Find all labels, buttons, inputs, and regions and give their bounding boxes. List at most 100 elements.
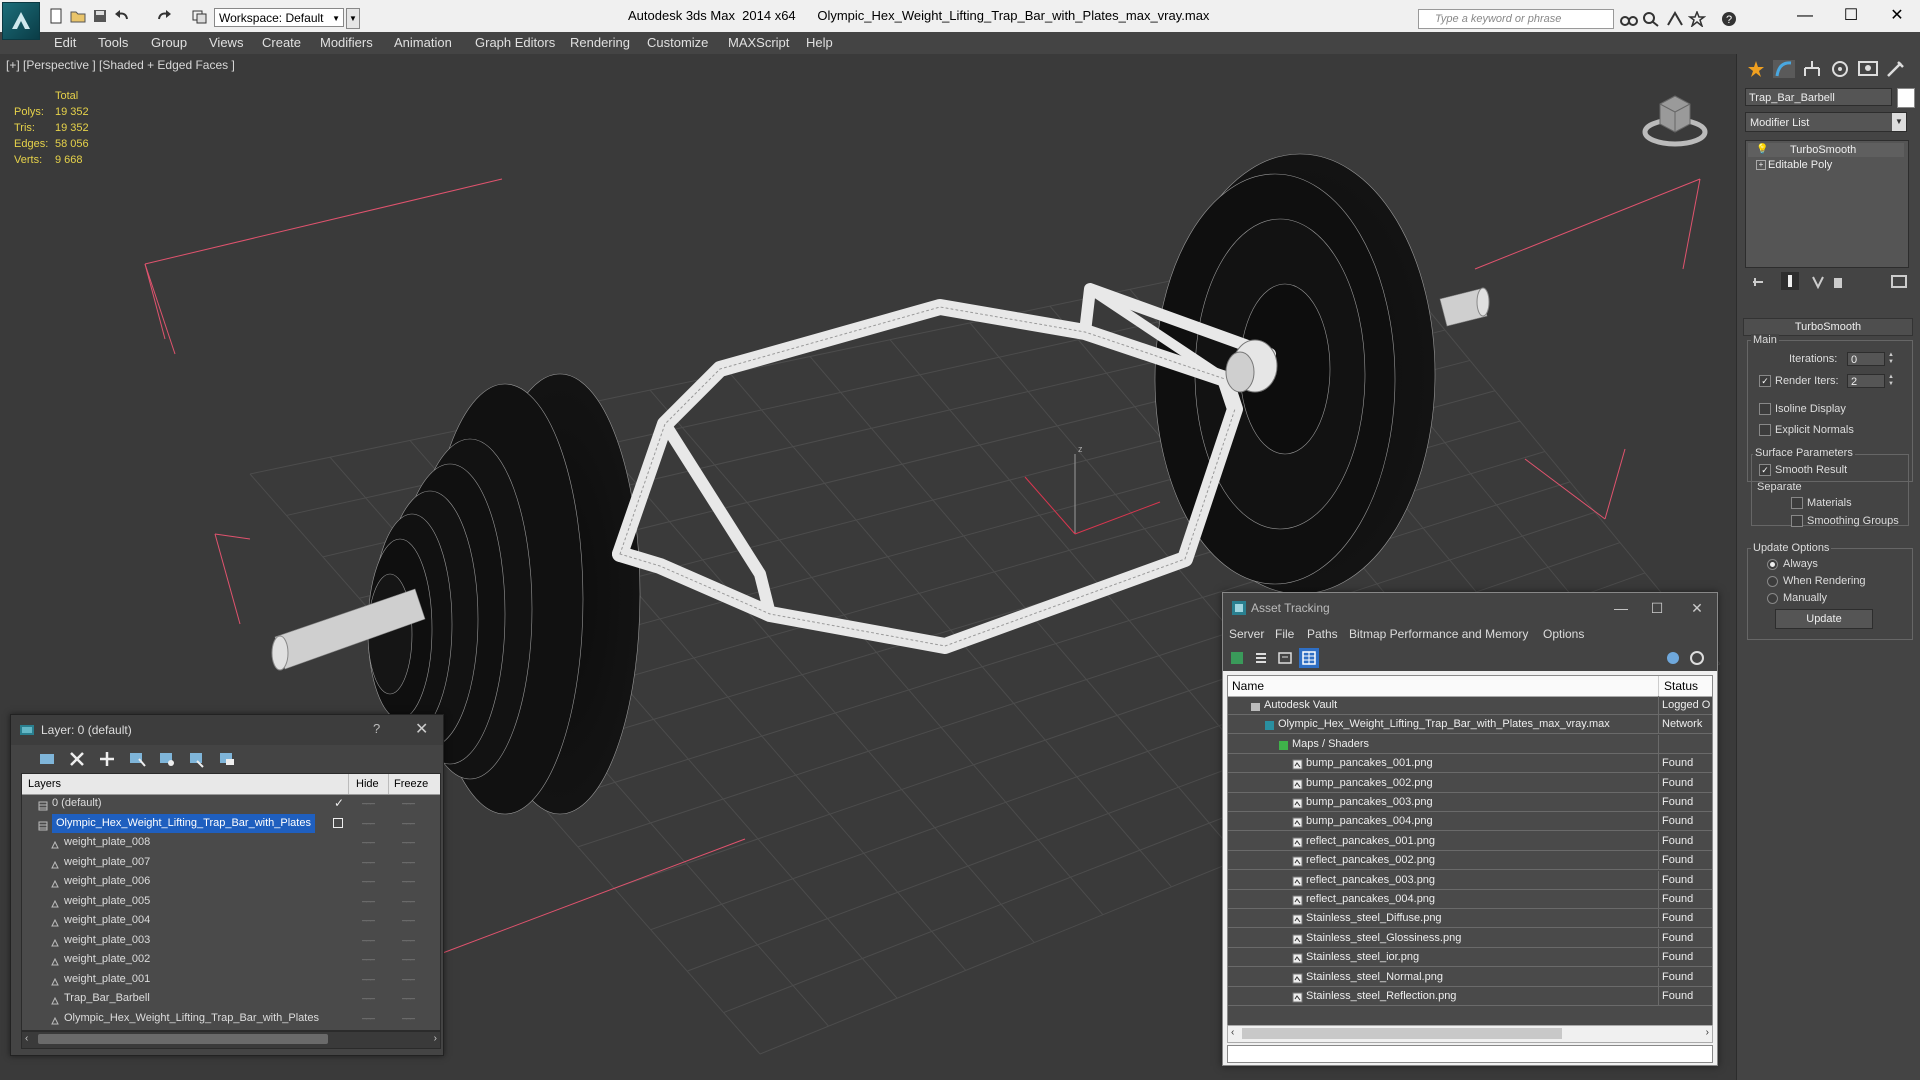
name-column-header[interactable]: Name (1232, 679, 1264, 693)
layer-row[interactable]: weight_plate_003 ––– ––– (22, 931, 440, 950)
settings-icon[interactable] (1687, 648, 1707, 668)
hide-toggle[interactable]: ––– (362, 872, 375, 891)
menu-create[interactable]: Create (262, 35, 301, 50)
workspace-selector[interactable]: Workspace: Default ▼ (214, 8, 344, 27)
minimize-button[interactable]: — (1603, 595, 1639, 621)
layer-row[interactable]: 0 (default) ✓ ––– ––– (22, 794, 440, 813)
render-iters-checkbox[interactable]: ✓ (1759, 375, 1771, 387)
layer-row[interactable]: weight_plate_005 ––– ––– (22, 892, 440, 911)
search-input[interactable]: Type a keyword or phrase (1418, 9, 1614, 29)
freeze-toggle[interactable]: ––– (402, 872, 415, 891)
viewport-label[interactable]: [+] [Perspective ] [Shaded + Edged Faces… (6, 58, 235, 72)
asset-row[interactable]: Stainless_steel_ior.png Found (1228, 948, 1712, 968)
asset-row[interactable]: reflect_pancakes_003.png Found (1228, 870, 1712, 890)
select-objects-icon[interactable] (127, 749, 147, 769)
spinner-arrows-icon[interactable]: ▲ ▼ (1887, 374, 1895, 388)
render-iters-spinner[interactable]: 2 (1847, 374, 1885, 388)
layer-row[interactable]: weight_plate_008 ––– ––– (22, 833, 440, 852)
motion-tab-icon[interactable] (1827, 58, 1853, 80)
smooth-result-checkbox[interactable]: ✓ (1759, 464, 1771, 476)
lightbulb-icon[interactable]: 💡 (1756, 143, 1768, 157)
object-name-field[interactable]: Trap_Bar_Barbell (1745, 88, 1892, 106)
materials-checkbox[interactable] (1791, 497, 1803, 509)
freeze-column-header[interactable]: Freeze (394, 778, 428, 790)
layer-row[interactable]: weight_plate_004 ––– ––– (22, 911, 440, 930)
viewcube-icon[interactable] (1640, 84, 1710, 154)
freeze-toggle[interactable]: ––– (402, 931, 415, 950)
isoline-display-checkbox[interactable] (1759, 403, 1771, 415)
menu-views[interactable]: Views (209, 35, 243, 50)
window-minimize-button[interactable]: — (1782, 0, 1828, 32)
layer-row[interactable]: weight_plate_007 ––– ––– (22, 853, 440, 872)
hide-column-header[interactable]: Hide (356, 778, 379, 790)
scroll-right-icon[interactable]: › (1706, 1027, 1709, 1038)
save-file-icon[interactable] (92, 8, 110, 24)
close-button[interactable]: ✕ (1679, 595, 1715, 621)
asset-tracking-titlebar[interactable]: Asset Tracking — ☐ ✕ (1223, 593, 1717, 623)
asset-row[interactable]: Stainless_steel_Reflection.png Found (1228, 987, 1712, 1006)
current-layer-check-icon[interactable]: ✓ (334, 794, 344, 813)
show-end-result-icon[interactable] (1781, 272, 1799, 290)
when-rendering-radio[interactable] (1767, 576, 1778, 587)
asset-row[interactable]: bump_pancakes_003.png Found (1228, 793, 1712, 812)
explicit-normals-checkbox[interactable] (1759, 424, 1771, 436)
iterations-spinner[interactable]: 0 (1847, 352, 1885, 366)
hide-unhide-layers-icon[interactable] (217, 749, 237, 769)
freeze-toggle[interactable]: ––– (402, 853, 415, 872)
freeze-toggle[interactable]: ––– (402, 970, 415, 989)
utilities-tab-icon[interactable] (1883, 58, 1909, 80)
hide-toggle[interactable]: ––– (362, 970, 375, 989)
remove-modifier-icon[interactable] (1831, 275, 1845, 292)
hide-toggle[interactable]: ––– (362, 950, 375, 969)
hierarchy-tab-icon[interactable] (1799, 58, 1825, 80)
create-layer-icon[interactable] (37, 749, 57, 769)
add-to-layer-icon[interactable] (97, 749, 117, 769)
freeze-toggle[interactable]: ––– (402, 989, 415, 1008)
menu-help[interactable]: Help (806, 35, 833, 50)
create-tab-icon[interactable] (1743, 58, 1769, 80)
freeze-toggle[interactable]: ––– (402, 794, 415, 813)
asset-row[interactable]: reflect_pancakes_002.png Found (1228, 851, 1712, 871)
manually-radio[interactable] (1767, 593, 1778, 604)
window-maximize-button[interactable]: ☐ (1828, 0, 1874, 32)
scroll-left-icon[interactable]: ‹ (1231, 1027, 1234, 1038)
workspace-dropdown-button[interactable]: ▼ (346, 8, 360, 29)
asset-horizontal-scrollbar[interactable]: ‹ › (1227, 1025, 1713, 1043)
asset-row[interactable]: Stainless_steel_Normal.png Found (1228, 967, 1712, 987)
menu-tools[interactable]: Tools (98, 35, 128, 50)
freeze-toggle[interactable]: ––– (402, 911, 415, 930)
asset-row[interactable]: reflect_pancakes_004.png Found (1228, 890, 1712, 909)
display-tab-icon[interactable] (1855, 58, 1881, 80)
layer-row[interactable]: Olympic_Hex_Weight_Lifting_Trap_Bar_with… (22, 813, 440, 833)
modify-tab-icon[interactable] (1771, 58, 1797, 80)
asset-menu-bitmap-performance[interactable]: Bitmap Performance and Memory (1349, 627, 1528, 641)
asset-menu-options[interactable]: Options (1543, 627, 1584, 641)
project-folder-icon[interactable] (192, 8, 210, 24)
window-close-button[interactable]: ✕ (1874, 0, 1920, 32)
hide-toggle[interactable]: ––– (362, 892, 375, 911)
open-file-icon[interactable] (70, 8, 88, 24)
delete-layer-icon[interactable] (67, 749, 87, 769)
menu-rendering[interactable]: Rendering (570, 35, 630, 50)
make-unique-icon[interactable] (1811, 275, 1825, 292)
layer-horizontal-scrollbar[interactable]: ‹ › (21, 1031, 441, 1049)
asset-row[interactable]: Autodesk Vault Logged Out (1228, 696, 1712, 715)
layer-dialog-titlebar[interactable]: Layer: 0 (default) ? ✕ (11, 715, 443, 745)
hide-toggle[interactable]: ––– (362, 931, 375, 950)
binoculars-icon[interactable] (1620, 11, 1638, 27)
update-button[interactable]: Update (1775, 609, 1873, 629)
hide-toggle[interactable]: ––– (362, 989, 375, 1008)
asset-row[interactable]: Stainless_steel_Diffuse.png Found (1228, 909, 1712, 929)
modifier-list-dropdown[interactable]: Modifier List ▼ (1745, 112, 1907, 132)
asset-menu-server[interactable]: Server (1229, 627, 1264, 641)
asset-row[interactable]: bump_pancakes_002.png Found (1228, 773, 1712, 793)
configure-sets-icon[interactable] (1891, 274, 1907, 293)
hide-toggle[interactable]: ––– (362, 911, 375, 930)
set-current-layer-icon[interactable] (187, 749, 207, 769)
layer-row[interactable]: weight_plate_001 ––– ––– (22, 970, 440, 989)
freeze-toggle[interactable]: ––– (402, 950, 415, 969)
freeze-toggle[interactable]: ––– (402, 814, 415, 833)
asset-row[interactable]: Stainless_steel_Glossiness.png Found (1228, 928, 1712, 948)
status-column-header[interactable]: Status (1664, 679, 1698, 693)
scroll-thumb[interactable] (1242, 1028, 1562, 1039)
